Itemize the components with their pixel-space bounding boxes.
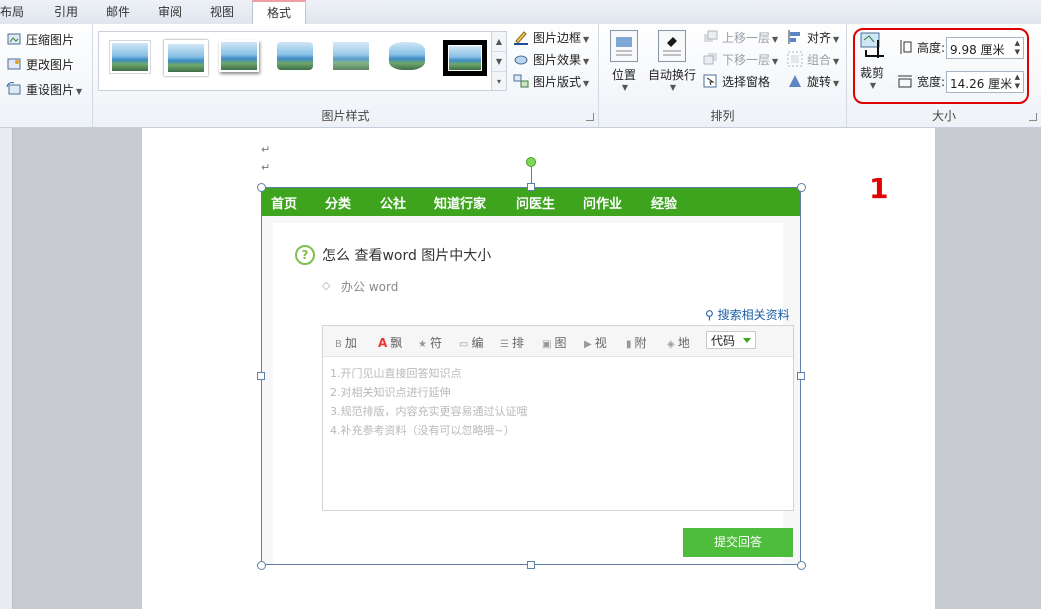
picture-border-label: 图片边框 xyxy=(533,31,582,45)
position-icon xyxy=(610,30,638,62)
picture-styles-group: ▲ ▼ ▾ 图片边框 ▼ 图片效果 ▼ 图片版式 ▼ 图片样式 xyxy=(93,24,599,127)
size-highlight-box xyxy=(853,28,1029,104)
picture-effects-label: 图片效果 xyxy=(533,53,582,67)
rotate-handle[interactable] xyxy=(526,157,536,167)
style-thumb[interactable] xyxy=(109,40,151,74)
ribbon-tab-bar: 布局 引用 邮件 审阅 视图 格式 xyxy=(0,0,1041,25)
wrap-text-icon xyxy=(658,30,686,62)
tab-view[interactable]: 视图 xyxy=(210,4,234,24)
picture-effects-button[interactable]: 图片效果 ▼ xyxy=(513,50,589,70)
selection-pane-button[interactable]: 选择窗格 xyxy=(702,72,770,92)
dropdown-arrow-icon: ▼ xyxy=(833,35,840,44)
dropdown-arrow-icon: ▼ xyxy=(772,35,779,44)
send-backward-icon xyxy=(702,51,718,67)
wrap-text-label: 自动换行 xyxy=(647,68,696,82)
tab-layout[interactable]: 布局 xyxy=(0,4,24,24)
tab-mailings[interactable]: 邮件 xyxy=(106,4,130,24)
reset-picture-label: 重设图片 xyxy=(26,83,75,97)
dropdown-arrow-icon: ▼ xyxy=(833,57,840,66)
annotation-number: 1 xyxy=(869,172,889,205)
rotate-icon xyxy=(787,73,803,89)
style-thumb[interactable] xyxy=(331,40,371,72)
gallery-more-icon[interactable]: ▾ xyxy=(492,72,506,91)
selection-pane-icon xyxy=(702,73,718,89)
bring-forward-icon xyxy=(702,29,718,45)
paragraph-mark: ↵ xyxy=(261,143,271,156)
position-button[interactable]: 位置 ▼ xyxy=(609,30,639,92)
style-thumb[interactable] xyxy=(164,40,208,76)
pencil-icon xyxy=(513,29,529,45)
selection-pane-label: 选择窗格 xyxy=(722,75,771,89)
send-backward-button[interactable]: 下移一层 ▼ xyxy=(702,50,778,70)
layout-icon xyxy=(513,73,529,89)
change-picture-icon xyxy=(6,56,22,72)
align-icon xyxy=(787,29,803,45)
wrap-text-button[interactable]: 自动换行 ▼ xyxy=(647,30,697,92)
picture-layout-label: 图片版式 xyxy=(533,75,582,89)
resize-handle-top[interactable] xyxy=(527,183,535,191)
compress-pictures-button[interactable]: 压缩图片 xyxy=(6,30,74,50)
resize-handle-right[interactable] xyxy=(797,372,805,380)
rotate-label: 旋转 xyxy=(807,75,832,89)
dialog-launcher-icon[interactable] xyxy=(1029,113,1037,121)
dropdown-arrow-icon: ▼ xyxy=(621,83,629,92)
resize-handle-bottom[interactable] xyxy=(527,561,535,569)
resize-handle-top-right[interactable] xyxy=(797,183,806,192)
tab-review[interactable]: 审阅 xyxy=(158,4,182,24)
paragraph-mark: ↵ xyxy=(261,161,271,174)
effects-icon xyxy=(513,51,529,67)
scroll-up-icon[interactable]: ▲ xyxy=(492,32,506,52)
styles-gallery xyxy=(98,31,492,91)
dropdown-arrow-icon: ▼ xyxy=(772,57,779,66)
dropdown-arrow-icon: ▼ xyxy=(583,79,590,88)
gallery-scroll[interactable]: ▲ ▼ ▾ xyxy=(491,31,507,91)
style-thumb[interactable] xyxy=(387,40,427,72)
change-picture-label: 更改图片 xyxy=(26,58,75,72)
size-label: 大小 xyxy=(931,109,956,123)
tab-format[interactable]: 格式 xyxy=(252,0,307,24)
rotate-button[interactable]: 旋转 ▼ xyxy=(787,72,839,92)
scroll-down-icon[interactable]: ▼ xyxy=(492,52,506,72)
resize-handle-bottom-left[interactable] xyxy=(257,561,266,570)
change-picture-button[interactable]: 更改图片 xyxy=(6,55,74,75)
style-thumb[interactable] xyxy=(219,40,259,72)
arrange-label: 排列 xyxy=(710,109,735,123)
dialog-launcher-icon[interactable] xyxy=(586,113,594,121)
group-button[interactable]: 组合 ▼ xyxy=(787,50,839,70)
bring-forward-label: 上移一层 xyxy=(722,31,771,45)
style-thumb[interactable] xyxy=(443,40,487,76)
dropdown-arrow-icon: ▼ xyxy=(583,35,590,44)
style-thumb[interactable] xyxy=(275,40,315,72)
picture-styles-label: 图片样式 xyxy=(321,109,370,123)
align-button[interactable]: 对齐 ▼ xyxy=(787,28,839,48)
dropdown-arrow-icon: ▼ xyxy=(76,87,83,96)
dropdown-arrow-icon: ▼ xyxy=(833,79,840,88)
compress-icon xyxy=(6,31,22,47)
dropdown-arrow-icon: ▼ xyxy=(583,57,590,66)
resize-handle-left[interactable] xyxy=(257,372,265,380)
compress-label: 压缩图片 xyxy=(26,33,75,47)
send-backward-label: 下移一层 xyxy=(722,53,771,67)
picture-border-button[interactable]: 图片边框 ▼ xyxy=(513,28,589,48)
resize-handle-top-left[interactable] xyxy=(257,183,266,192)
adjust-group: 压缩图片 更改图片 重设图片 ▼ xyxy=(0,24,93,127)
picture-layout-button[interactable]: 图片版式 ▼ xyxy=(513,72,589,92)
dropdown-arrow-icon: ▼ xyxy=(669,83,677,92)
reset-picture-icon xyxy=(6,81,22,97)
group-icon xyxy=(787,51,803,67)
group-label: 组合 xyxy=(807,53,832,67)
align-label: 对齐 xyxy=(807,31,832,45)
tab-references[interactable]: 引用 xyxy=(54,4,78,24)
position-label: 位置 xyxy=(611,68,636,82)
bring-forward-button[interactable]: 上移一层 ▼ xyxy=(702,28,778,48)
selection-frame xyxy=(261,187,801,565)
reset-picture-button[interactable]: 重设图片 ▼ xyxy=(6,80,82,100)
arrange-group: 位置 ▼ 自动换行 ▼ 上移一层 ▼ 下移一层 ▼ 选择窗格 对齐 ▼ 组合 ▼ 旋转 ▼… xyxy=(599,24,847,127)
left-pane-edge[interactable] xyxy=(0,128,13,609)
resize-handle-bottom-right[interactable] xyxy=(797,561,806,570)
